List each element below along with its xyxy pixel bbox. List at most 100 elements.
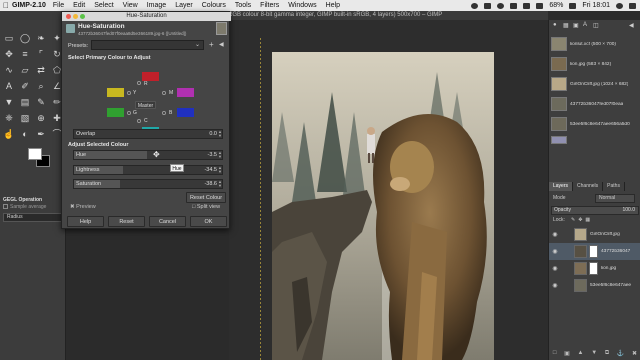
clock-icon[interactable] (497, 2, 505, 9)
add-preset-icon[interactable]: + (209, 40, 214, 50)
radio-red[interactable] (137, 81, 141, 85)
layer-name[interactable]: lion.jpg (601, 266, 616, 271)
lasso-icon[interactable]: ❧ (35, 32, 47, 44)
checkbox-checked-icon[interactable]: ✖ (70, 204, 75, 210)
tab-channels[interactable]: Channels (573, 182, 604, 191)
align-icon[interactable]: ≡ (19, 48, 31, 60)
crop-icon[interactable]: ⌜ (35, 48, 47, 60)
eye-icon[interactable]: ◉ (549, 265, 561, 272)
hue-value[interactable]: -3.5 (208, 151, 217, 160)
wifi-icon[interactable] (523, 2, 531, 9)
layer-group-icon[interactable]: ▣ (564, 350, 570, 360)
layer-row[interactable]: ◉ lion.jpg (549, 260, 640, 277)
warp-icon[interactable]: ∿ (3, 64, 15, 76)
layer-name[interactable]: GirlOnCliff.jpg (590, 232, 620, 237)
layer-mask-thumbnail[interactable] (589, 262, 598, 275)
battery-icon[interactable] (569, 2, 577, 9)
lightness-value[interactable]: -34.5 (204, 166, 217, 175)
checkbox-icon[interactable] (3, 204, 8, 210)
clock-time[interactable]: Fri 18:01 (582, 2, 610, 9)
sample-average-checkbox[interactable]: Sample average (3, 204, 46, 210)
ink-icon[interactable]: ✒ (35, 128, 47, 140)
radio-green[interactable] (127, 111, 131, 115)
overlap-slider[interactable]: Overlap 0.0 ▲ ▼ (73, 129, 223, 139)
control-center-icon[interactable] (629, 2, 636, 9)
menu-file[interactable]: File (53, 2, 64, 9)
spin-arrows-icon[interactable]: ▲ ▼ (218, 180, 222, 188)
flip-icon[interactable]: ⇄ (35, 64, 47, 76)
menu-tools[interactable]: Tools (235, 2, 251, 9)
menu-colours[interactable]: Colours (202, 2, 226, 9)
list-item[interactable]: lion.jpg (583 × 842) (551, 54, 640, 74)
status-icon[interactable] (471, 2, 479, 9)
saturation-slider[interactable]: Saturation -38.6 ▲ ▼ (73, 179, 223, 189)
rect-select-icon[interactable]: ▭ (3, 32, 15, 44)
reset-colour-button[interactable]: Reset Colour (186, 192, 226, 203)
images-icon[interactable]: ◫ (593, 22, 600, 29)
ellipse-select-icon[interactable]: ◯ (19, 32, 31, 44)
swatch-green[interactable] (107, 108, 124, 117)
list-item[interactable]: lionlut.xcf (500 × 700) (551, 34, 640, 54)
text-icon[interactable]: A (3, 80, 15, 92)
lightness-slider[interactable]: Lightness -34.5 ▲ ▼ (73, 165, 223, 175)
bucket-fill-icon[interactable]: ▼ (3, 96, 15, 108)
menu-select[interactable]: Select (94, 2, 113, 9)
ok-button[interactable]: OK (190, 216, 227, 227)
canvas-image[interactable] (272, 52, 494, 360)
eraser-icon[interactable]: ▧ (19, 112, 31, 124)
layer-mask-thumbnail[interactable] (589, 245, 598, 258)
radio-cyan[interactable] (137, 119, 141, 123)
color-swatches[interactable] (28, 148, 52, 168)
foreground-color[interactable] (28, 148, 42, 160)
gradient-icon[interactable]: ▤ (19, 96, 31, 108)
overlap-value[interactable]: 0.0 (209, 130, 217, 139)
tab-layers[interactable]: Layers (549, 182, 574, 191)
reset-button[interactable]: Reset (108, 216, 145, 227)
tab-menu-icon[interactable]: ◀ (629, 22, 636, 29)
menu-edit[interactable]: Edit (73, 2, 85, 9)
menu-filters[interactable]: Filters (260, 2, 279, 9)
lock-icons[interactable]: ✎✥▦ (571, 217, 593, 223)
radius-field[interactable]: Radius (3, 213, 63, 222)
list-item[interactable]: 53ee5f6c8e647aee656a5d0 (551, 114, 640, 134)
menu-image[interactable]: Image (147, 2, 166, 9)
cancel-button[interactable]: Cancel (149, 216, 186, 227)
airplay-icon[interactable] (484, 2, 492, 9)
zoom-icon[interactable]: ⌕ (35, 80, 47, 92)
maximize-window-icon[interactable] (80, 14, 85, 19)
mode-dropdown[interactable]: Normal (595, 194, 635, 203)
close-window-icon[interactable] (66, 14, 71, 19)
minimize-window-icon[interactable] (73, 14, 78, 19)
color-picker-icon[interactable]: ✐ (19, 80, 31, 92)
apple-icon[interactable]:  (0, 1, 12, 10)
duplicate-layer-icon[interactable]: ⧉ (605, 350, 609, 360)
dodge-icon[interactable]: ◐ (19, 128, 31, 140)
opacity-slider[interactable]: Opacity 100.0 (551, 206, 639, 215)
presets-dropdown[interactable]: ⌄ (91, 40, 204, 50)
volume-icon[interactable] (536, 2, 544, 9)
layer-row[interactable]: ◉ 53ee5f6c8e647aee (549, 277, 640, 294)
smudge-icon[interactable]: ☝ (3, 128, 15, 140)
clone-icon[interactable]: ⊕ (35, 112, 47, 124)
swatch-blue[interactable] (177, 108, 194, 117)
swatch-yellow[interactable] (107, 88, 124, 97)
font-icon[interactable]: A (583, 22, 590, 29)
spin-arrows-icon[interactable]: ▲ ▼ (218, 151, 222, 159)
list-item[interactable] (551, 134, 640, 146)
delete-layer-icon[interactable]: ✖ (632, 350, 637, 360)
preview-checkbox[interactable]: ✖ Preview (70, 204, 96, 210)
hue-slider[interactable]: Hue -3.5 ▲ ▼ (73, 150, 223, 160)
menu-windows[interactable]: Windows (288, 2, 316, 9)
dialog-titlebar[interactable]: Hue-Saturation (62, 12, 231, 21)
radio-yellow[interactable] (127, 91, 131, 95)
layer-name[interactable]: 43772b36047 (601, 249, 630, 254)
help-button[interactable]: Help (67, 216, 104, 227)
layer-row[interactable]: ◉ GirlOnCliff.jpg (549, 226, 640, 243)
app-menu[interactable]: GIMP-2.10 (12, 2, 46, 9)
split-view-toggle[interactable]: □ Split view (192, 204, 220, 210)
swatch-magenta[interactable] (177, 88, 194, 97)
eye-icon[interactable]: ◉ (549, 248, 561, 255)
menu-layer[interactable]: Layer (175, 2, 193, 9)
perspective-icon[interactable]: ▱ (19, 64, 31, 76)
swatch-red[interactable] (142, 72, 159, 81)
